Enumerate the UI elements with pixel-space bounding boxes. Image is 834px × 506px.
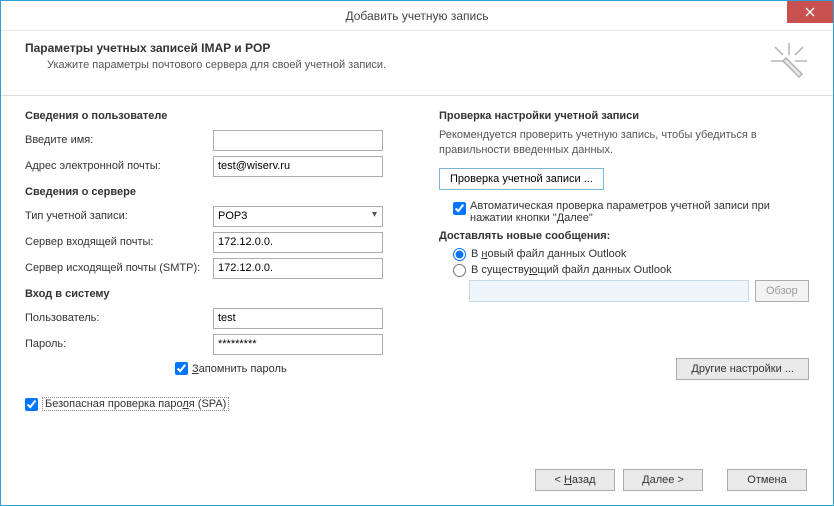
back-button[interactable]: < Назад [535,469,615,491]
header-title: Параметры учетных записей IMAP и POP [25,41,769,55]
account-type-label: Тип учетной записи: [25,210,213,222]
verify-account-button[interactable]: Проверка учетной записи ... [439,168,604,190]
remember-password-checkbox[interactable] [175,362,188,375]
left-column: Сведения о пользователе Введите имя: Адр… [25,110,429,451]
cancel-button[interactable]: Отмена [727,469,807,491]
deliver-title: Доставлять новые сообщения: [439,230,809,242]
auto-verify-checkbox[interactable] [453,202,466,215]
deliver-existing-radio[interactable] [453,264,466,277]
incoming-server-input[interactable] [213,232,383,253]
section-user-info: Сведения о пользователе [25,110,429,122]
header-pane: Параметры учетных записей IMAP и POP Ука… [1,31,833,96]
close-button[interactable] [787,1,833,23]
verify-description: Рекомендуется проверить учетную запись, … [439,128,809,158]
titlebar: Добавить учетную запись [1,1,833,31]
name-label: Введите имя: [25,134,213,146]
close-icon [805,7,815,17]
dialog-window: Добавить учетную запись Параметры учетны… [0,0,834,506]
right-column: Проверка настройки учетной записи Рекоме… [429,110,809,451]
account-type-select[interactable] [213,206,383,227]
browse-button: Обзор [755,280,809,302]
spa-checkbox[interactable] [25,398,38,411]
window-title: Добавить учетную запись [346,9,489,23]
incoming-server-label: Сервер входящей почты: [25,236,213,248]
content-area: Сведения о пользователе Введите имя: Адр… [1,96,833,459]
deliver-new-label: В новый файл данных Outlook [471,248,626,260]
existing-file-input [469,280,749,302]
deliver-new-radio[interactable] [453,248,466,261]
verify-title: Проверка настройки учетной записи [439,110,809,122]
deliver-existing-label: В существующий файл данных Outlook [471,264,672,276]
outgoing-server-label: Сервер исходящей почты (SMTP): [25,262,213,274]
outgoing-server-input[interactable] [213,258,383,279]
section-login: Вход в систему [25,288,429,300]
username-input[interactable] [213,308,383,329]
name-input[interactable] [213,130,383,151]
password-input[interactable] [213,334,383,355]
footer: < Назад Далее > Отмена [1,459,833,505]
next-button[interactable]: Далее > [623,469,703,491]
header-subtitle: Укажите параметры почтового сервера для … [25,59,769,71]
wizard-icon [769,41,809,81]
spa-label: Безопасная проверка пароля (SPA) [42,397,229,411]
other-settings-button[interactable]: Другие настройки ... [676,358,809,380]
email-label: Адрес электронной почты: [25,160,213,172]
email-input[interactable] [213,156,383,177]
section-server-info: Сведения о сервере [25,186,429,198]
username-label: Пользователь: [25,312,213,324]
password-label: Пароль: [25,338,213,350]
auto-verify-label: Автоматическая проверка параметров учетн… [470,200,770,224]
remember-password-label: Запомнить пароль [192,363,287,375]
